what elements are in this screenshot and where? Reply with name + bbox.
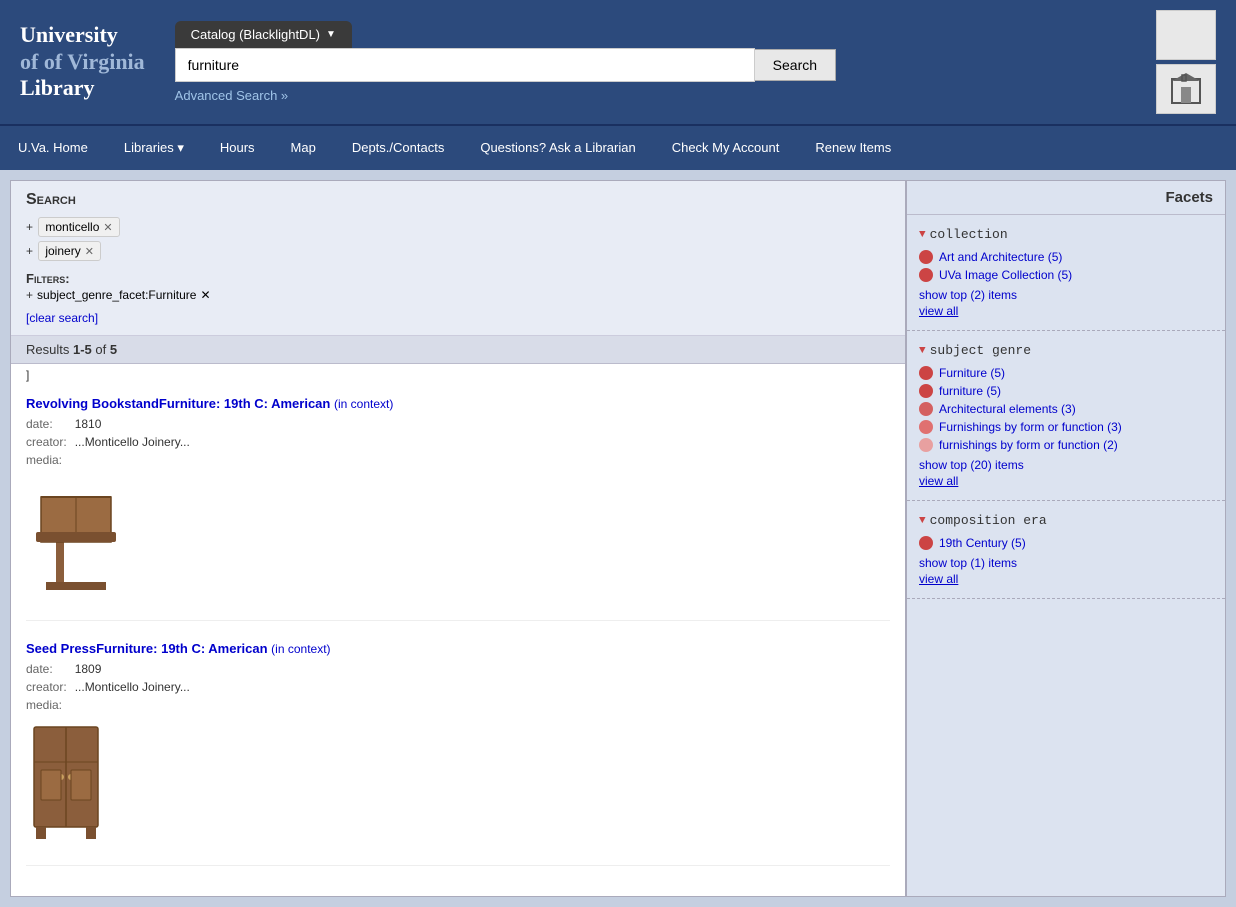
nav-map[interactable]: Map [273,126,334,169]
search-tags-row: + monticello ✕ + joinery ✕ [26,215,890,263]
facet-heading-composition-era: composition era [919,513,1213,528]
list-item: Art and Architecture (5) [919,250,1213,264]
logo: University of of Virginia Library [20,22,145,101]
results-panel: Search + monticello ✕ + joinery ✕ Filter… [10,180,906,897]
facet-show-subject-genre[interactable]: show top (20) items [919,458,1213,472]
tag-joinery[interactable]: joinery ✕ [38,241,101,261]
facet-dot [919,536,933,550]
sidebar-item-ask[interactable]: Questions? Ask a Librarian [462,126,653,170]
nav-renew[interactable]: Renew Items [797,126,909,169]
nav-list: U.Va. Home Libraries Hours Map Depts./Co… [0,126,1236,170]
result-meta-1: date: 1810 creator: ...Monticello Joiner… [26,415,890,469]
facet-section-collection: collection Art and Architecture (5) UVa … [907,215,1225,331]
facet-dot [919,250,933,264]
facet-dot [919,366,933,380]
filters-section: Filters: + subject_genre_facet:Furniture… [26,271,890,304]
result-title-1[interactable]: Revolving BookstandFurniture: 19th C: Am… [26,396,393,411]
list-item: 19th Century (5) [919,536,1213,550]
nav-hours[interactable]: Hours [202,126,273,169]
facet-heading-subject-genre: subject genre [919,343,1213,358]
main-content: Search + monticello ✕ + joinery ✕ Filter… [0,170,1236,907]
facet-link-furniture-lower[interactable]: furniture (5) [939,384,1001,398]
result-meta-2: date: 1809 creator: ...Monticello Joiner… [26,660,890,714]
nav-uva-home[interactable]: U.Va. Home [0,126,106,169]
results-count-bar: Results 1-5 of 5 [11,336,905,364]
facet-link-arch-elements[interactable]: Architectural elements (3) [939,402,1076,416]
clear-search-link[interactable]: [clear search] [26,311,98,325]
facet-link-art[interactable]: Art and Architecture (5) [939,250,1062,264]
search-button[interactable]: Search [755,49,836,81]
search-area: Catalog (BlacklightDL) Search Advanced S… [175,21,1156,103]
facet-link-19th-century[interactable]: 19th Century (5) [939,536,1026,550]
sidebar-item-hours[interactable]: Hours [202,126,273,170]
tag-monticello[interactable]: monticello ✕ [38,217,119,237]
main-nav: U.Va. Home Libraries Hours Map Depts./Co… [0,124,1236,170]
facet-section-composition-era: composition era 19th Century (5) show to… [907,501,1225,599]
nav-libraries[interactable]: Libraries [106,126,202,170]
bracket-line: ] [11,364,905,386]
facets-title: Facets [907,181,1225,215]
list-item: UVa Image Collection (5) [919,268,1213,282]
table-row: Seed PressFurniture: 19th C: American (i… [26,641,890,866]
facet-show-collection[interactable]: show top (2) items [919,288,1213,302]
sidebar-item-depts[interactable]: Depts./Contacts [334,126,463,170]
facet-dot [919,402,933,416]
sidebar-item-map[interactable]: Map [273,126,334,170]
remove-furniture-filter-icon[interactable]: ✕ [200,288,210,302]
search-box-row: Search [175,48,836,82]
facets-panel: Facets collection Art and Architecture (… [906,180,1226,897]
result-title-2[interactable]: Seed PressFurniture: 19th C: American (i… [26,641,331,656]
facet-section-subject-genre: subject genre Furniture (5) furniture (5… [907,331,1225,501]
nav-ask[interactable]: Questions? Ask a Librarian [462,126,653,169]
advanced-search-link[interactable]: Advanced Search » [175,88,288,103]
results-body: Revolving BookstandFurniture: 19th C: Am… [11,386,905,896]
facet-heading-collection: collection [919,227,1213,242]
nav-depts[interactable]: Depts./Contacts [334,126,463,169]
sidebar-item-uva-home[interactable]: U.Va. Home [0,126,106,170]
results-header: Search + monticello ✕ + joinery ✕ Filter… [11,181,905,336]
facet-viewall-composition-era[interactable]: view all [919,572,1213,586]
remove-joinery-icon[interactable]: ✕ [85,245,94,258]
result-image-1 [26,477,890,600]
list-item: Furnishings by form or function (3) [919,420,1213,434]
facet-viewall-subject-genre[interactable]: view all [919,474,1213,488]
facet-dot [919,384,933,398]
logo-area: University of of Virginia Library [20,22,145,101]
header-icon-blank [1156,10,1216,60]
sidebar-item-renew[interactable]: Renew Items [797,126,909,170]
header-icon-building [1156,64,1216,114]
search-title: Search [26,191,890,209]
clear-search-row: [clear search] [26,310,890,325]
filter-furniture: + subject_genre_facet:Furniture ✕ [26,288,211,302]
facet-link-furniture[interactable]: Furniture (5) [939,366,1005,380]
nav-account[interactable]: Check My Account [654,126,798,169]
remove-monticello-icon[interactable]: ✕ [103,221,112,234]
facet-dot [919,438,933,452]
list-item: Architectural elements (3) [919,402,1213,416]
facet-viewall-collection[interactable]: view all [919,304,1213,318]
table-row: Revolving BookstandFurniture: 19th C: Am… [26,396,890,621]
list-item: furnishings by form or function (2) [919,438,1213,452]
facet-link-furnishings-lower[interactable]: furnishings by form or function (2) [939,438,1118,452]
facet-link-uva-image[interactable]: UVa Image Collection (5) [939,268,1072,282]
facet-link-furnishings-upper[interactable]: Furnishings by form or function (3) [939,420,1122,434]
facet-dot [919,268,933,282]
search-input[interactable] [175,48,755,82]
facet-dot [919,420,933,434]
header: University of of Virginia Library Catalo… [0,0,1236,124]
catalog-tab[interactable]: Catalog (BlacklightDL) [175,21,352,48]
list-item: Furniture (5) [919,366,1213,380]
facet-show-composition-era[interactable]: show top (1) items [919,556,1213,570]
header-icons [1156,10,1216,114]
sidebar-item-libraries[interactable]: Libraries [106,126,202,170]
list-item: furniture (5) [919,384,1213,398]
sidebar-item-account[interactable]: Check My Account [654,126,798,170]
result-image-2 [26,722,890,845]
